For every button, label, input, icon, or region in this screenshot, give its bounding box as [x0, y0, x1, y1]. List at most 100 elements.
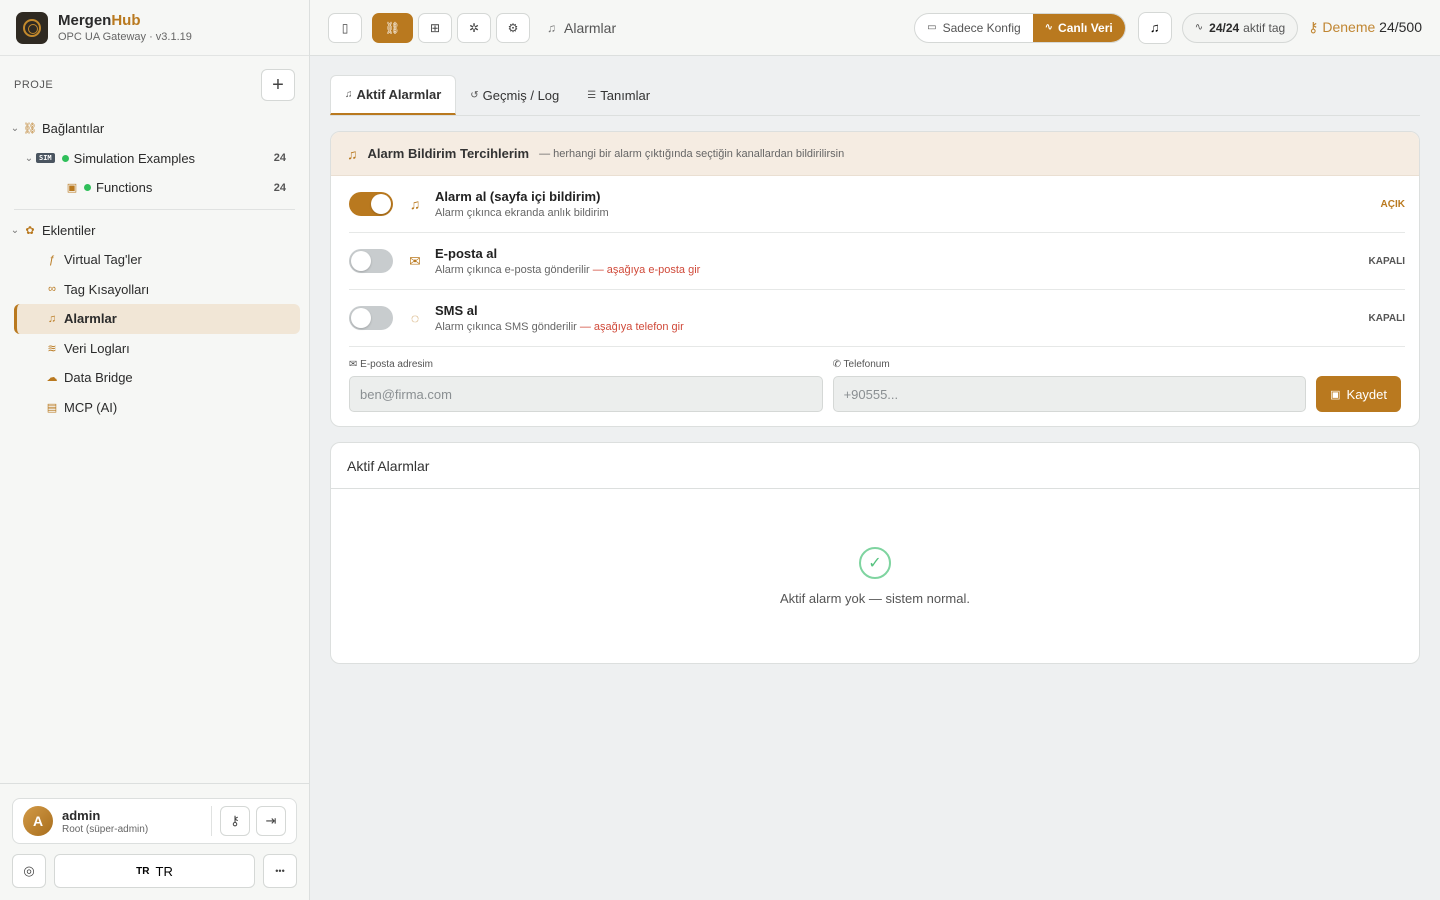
bell-icon: ♫ — [1149, 20, 1160, 35]
phone-label: ✆ Telefonum — [832, 359, 890, 370]
active-tags-count: 24/24 — [1209, 20, 1240, 35]
robot-icon: ▤ — [46, 401, 58, 414]
sidebar-item-tag-shortcuts[interactable]: ∞ Tag Kısayolları — [8, 275, 301, 305]
mode-config-option[interactable]: ▭ Sadece Konfig — [915, 14, 1033, 42]
pref-desc: Alarm çıkınca e-posta gönderilir — aşağıy… — [435, 264, 701, 276]
tab-active-alarms[interactable]: ♫ Aktif Alarmlar — [330, 75, 457, 115]
chip-icon: ▣ — [66, 182, 78, 195]
logout-button[interactable]: ⇥ — [256, 806, 286, 836]
email-label: ✉ E-posta adresim — [349, 359, 433, 370]
mode-live-option[interactable]: ∿ Canlı Veri — [1032, 13, 1125, 42]
active-alarms-card: Aktif Alarmlar ✓ Aktif alarm yok — siste… — [330, 442, 1420, 664]
preferences-subtitle: — herhangi bir alarm çıktığında seçtiğin… — [539, 147, 845, 160]
sidebar-item-data-logs[interactable]: ≋ Veri Logları — [8, 334, 301, 364]
in-app-toggle[interactable] — [349, 192, 393, 216]
save-button[interactable]: ▣ Kaydet — [1316, 376, 1402, 412]
cloud-icon: ☁ — [46, 372, 58, 385]
check-circle-icon: ✓ — [859, 546, 891, 579]
tab-label: Aktif Alarmlar — [356, 87, 442, 102]
connections-view-button[interactable]: ⛓ — [372, 12, 413, 43]
tree-item-simulation[interactable]: ⌄ SIM Simulation Examples 24 — [8, 144, 301, 174]
network-view-button[interactable]: ✲ — [457, 12, 491, 43]
app-logo-icon — [16, 11, 48, 44]
language-button[interactable]: TR TR — [54, 854, 255, 888]
pref-row-sms: ◌ SMS al Alarm çıkınca SMS gönderilir — a… — [349, 290, 1405, 347]
language-flag: TR — [136, 865, 150, 877]
app-subtitle: OPC UA Gateway · v3.1.19 — [58, 31, 192, 43]
notification-preferences-card: ♫ Alarm Bildirim Tercihlerim — herhangi … — [330, 131, 1420, 427]
tab-definitions[interactable]: ☰ Tanımlar — [573, 75, 664, 115]
bell-icon: ♫ — [547, 20, 556, 35]
locate-button[interactable]: ◎ — [12, 854, 46, 888]
user-role: Root (süper-admin) — [62, 823, 149, 835]
sidebar-item-mcp[interactable]: ▤ MCP (AI) — [8, 393, 301, 423]
add-project-button[interactable]: + — [261, 69, 295, 101]
grid-icon: ⊞ — [429, 20, 441, 35]
sms-toggle[interactable] — [349, 306, 393, 330]
content: ♫ Aktif Alarmlar ↺ Geçmiş / Log ☰ Tanımlar … — [310, 56, 1440, 664]
trial-indicator: ⚷ Deneme 24/500 — [1308, 19, 1422, 36]
link-icon: ∞ — [48, 283, 56, 296]
phone-field[interactable] — [832, 376, 1307, 412]
tree-item-functions[interactable]: ▣ Functions 24 — [8, 173, 301, 203]
tree-item-connections[interactable]: ⌄ ⛓ Bağlantılar — [8, 114, 301, 144]
mode-label: Canlı Veri — [1058, 20, 1113, 35]
project-section-label: PROJE — [14, 79, 54, 91]
email-toggle[interactable] — [349, 249, 393, 273]
language-label: TR — [155, 863, 173, 879]
sidebar-item-label: Tag Kısayolları — [64, 281, 150, 297]
toggle-sidebar-button[interactable]: ▯ — [328, 12, 362, 43]
app-name: MergenHub — [58, 12, 141, 29]
bell-icon: ♫ — [345, 89, 353, 100]
status-dot — [84, 184, 91, 192]
tree-item-label: Bağlantılar — [42, 121, 105, 137]
sidebar-item-data-bridge[interactable]: ☁ Data Bridge — [8, 363, 301, 393]
tree-item-label: Functions — [96, 180, 153, 196]
tree-item-label: Simulation Examples — [73, 150, 196, 166]
save-icon: ▣ — [1330, 388, 1341, 401]
sidebar-item-alarms[interactable]: ♫ Alarmlar — [14, 304, 300, 334]
history-icon: ↺ — [470, 89, 479, 101]
page-title: Alarmlar — [564, 19, 617, 36]
empty-state-text: Aktif alarm yok — sistem normal. — [780, 590, 970, 606]
breadcrumb: ♫ Alarmlar — [547, 20, 616, 36]
chevron-down-icon[interactable]: ⌄ — [8, 225, 22, 236]
crosshair-icon: ◎ — [23, 863, 35, 878]
bell-icon: ♫ — [409, 196, 421, 212]
nodes-icon: ⛓ — [384, 20, 401, 35]
tab-history-log[interactable]: ↺ Geçmiş / Log — [456, 75, 573, 115]
list-icon: ☰ — [587, 89, 597, 101]
chevron-down-icon[interactable]: ⌄ — [8, 123, 22, 134]
active-tags-pill: ∿ 24/24 aktif tag — [1181, 12, 1299, 43]
tree-item-label: Eklentiler — [42, 222, 96, 238]
sidebar-item-label: MCP (AI) — [64, 399, 118, 415]
active-alarms-empty: ✓ Aktif alarm yok — sistem normal. — [331, 489, 1419, 663]
app-root: MergenHub OPC UA Gateway · v3.1.19 PROJE… — [0, 0, 1440, 900]
settings-button[interactable]: ⚙ — [496, 12, 530, 43]
tag-count-badge: 24 — [273, 181, 286, 194]
pref-desc: Alarm çıkınca ekranda anlık bildirim — [435, 207, 609, 219]
status-dot — [61, 154, 69, 162]
plus-icon: + — [272, 73, 284, 96]
notifications-button[interactable]: ♫ — [1137, 11, 1172, 44]
mode-switch: ▭ Sadece Konfig ∿ Canlı Veri — [914, 12, 1126, 43]
function-icon: ƒ — [48, 253, 56, 266]
sidebar-footer: A admin Root (süper-admin) ⚷ ⇥ ◎ TR TR •… — [0, 783, 309, 900]
key-button[interactable]: ⚷ — [220, 806, 250, 836]
more-button[interactable]: ••• — [263, 854, 297, 888]
alarm-tabs: ♫ Aktif Alarmlar ↺ Geçmiş / Log ☰ Tanımlar — [330, 75, 1420, 116]
grid-view-button[interactable]: ⊞ — [418, 12, 452, 43]
database-icon: ≋ — [47, 342, 57, 355]
sidebar-item-virtual-tags[interactable]: ƒ Virtual Tag'ler — [8, 245, 301, 275]
chevron-down-icon[interactable]: ⌄ — [22, 153, 36, 164]
pref-row-in-app: ♫ Alarm al (sayfa içi bildirim) Alarm çı… — [349, 176, 1405, 233]
sidebar: MergenHub OPC UA Gateway · v3.1.19 PROJE… — [0, 0, 310, 900]
save-label: Kaydet — [1346, 386, 1388, 402]
phone-icon: ✆ — [832, 359, 844, 370]
main: ▯ ⛓ ⊞ ✲ ⚙ ♫ Alarmlar ▭ Sadece Konfig ∿ Can… — [310, 0, 1440, 900]
tree-item-plugins[interactable]: ⌄ ✿ Eklentiler — [8, 216, 301, 246]
email-field[interactable] — [349, 376, 823, 412]
pref-state: KAPALI — [1368, 255, 1405, 267]
preferences-header: ♫ Alarm Bildirim Tercihlerim — herhangi … — [331, 132, 1419, 176]
pref-desc: Alarm çıkınca SMS gönderilir — aşağıya te… — [435, 321, 684, 333]
